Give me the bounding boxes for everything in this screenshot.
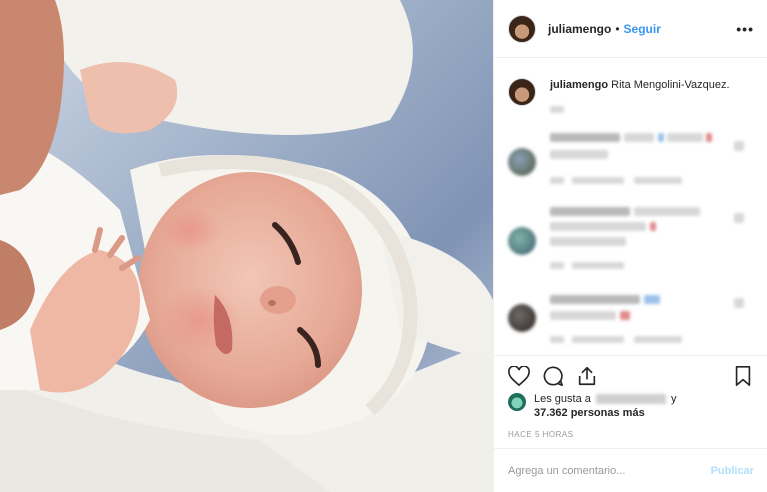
share-icon[interactable] bbox=[574, 363, 600, 389]
comment-avatar[interactable] bbox=[508, 304, 536, 332]
separator-dot: • bbox=[615, 21, 620, 36]
post-actions bbox=[494, 355, 767, 395]
heart-icon[interactable] bbox=[506, 363, 532, 389]
post-timestamp[interactable]: HACE 5 HORAS bbox=[508, 430, 574, 439]
comment-icon[interactable] bbox=[540, 363, 566, 389]
post-sidebar: juliamengo • Seguir ••• juliamengo Rita … bbox=[493, 0, 767, 492]
follow-button[interactable]: Seguir bbox=[624, 22, 661, 36]
comment-heart-icon[interactable] bbox=[734, 298, 744, 308]
likes-prefix: Les gusta a bbox=[534, 393, 591, 405]
post-caption: juliamengo Rita Mengolini-Vazquez. bbox=[508, 78, 750, 106]
liker-name-blurred[interactable] bbox=[595, 394, 666, 405]
caption-username[interactable]: juliamengo bbox=[550, 79, 608, 91]
post-photo[interactable] bbox=[0, 0, 493, 492]
newborn-photo bbox=[0, 0, 493, 492]
comment-avatar[interactable] bbox=[508, 148, 536, 176]
bookmark-icon[interactable] bbox=[730, 363, 756, 389]
comment-heart-icon[interactable] bbox=[734, 213, 744, 223]
caption-text: Rita Mengolini-Vazquez. bbox=[611, 79, 730, 91]
post-header: juliamengo • Seguir ••• bbox=[494, 0, 767, 58]
caption-avatar[interactable] bbox=[508, 78, 536, 106]
likes-count[interactable]: 37.362 personas más bbox=[534, 407, 645, 419]
comment-heart-icon[interactable] bbox=[734, 141, 744, 151]
user-avatar[interactable] bbox=[508, 14, 536, 43]
comment-composer: Publicar bbox=[494, 448, 767, 492]
more-options-icon[interactable]: ••• bbox=[736, 21, 754, 37]
comment-input[interactable] bbox=[508, 464, 711, 477]
comment-avatar[interactable] bbox=[508, 227, 536, 255]
header-username[interactable]: juliamengo bbox=[548, 22, 611, 36]
likes-connector: y bbox=[671, 393, 677, 405]
publish-button[interactable]: Publicar bbox=[711, 465, 754, 477]
likes-summary: Les gusta a y 37.362 personas más bbox=[508, 392, 677, 420]
liker-avatar[interactable] bbox=[508, 393, 526, 411]
caption-meta-blurred bbox=[550, 106, 564, 113]
